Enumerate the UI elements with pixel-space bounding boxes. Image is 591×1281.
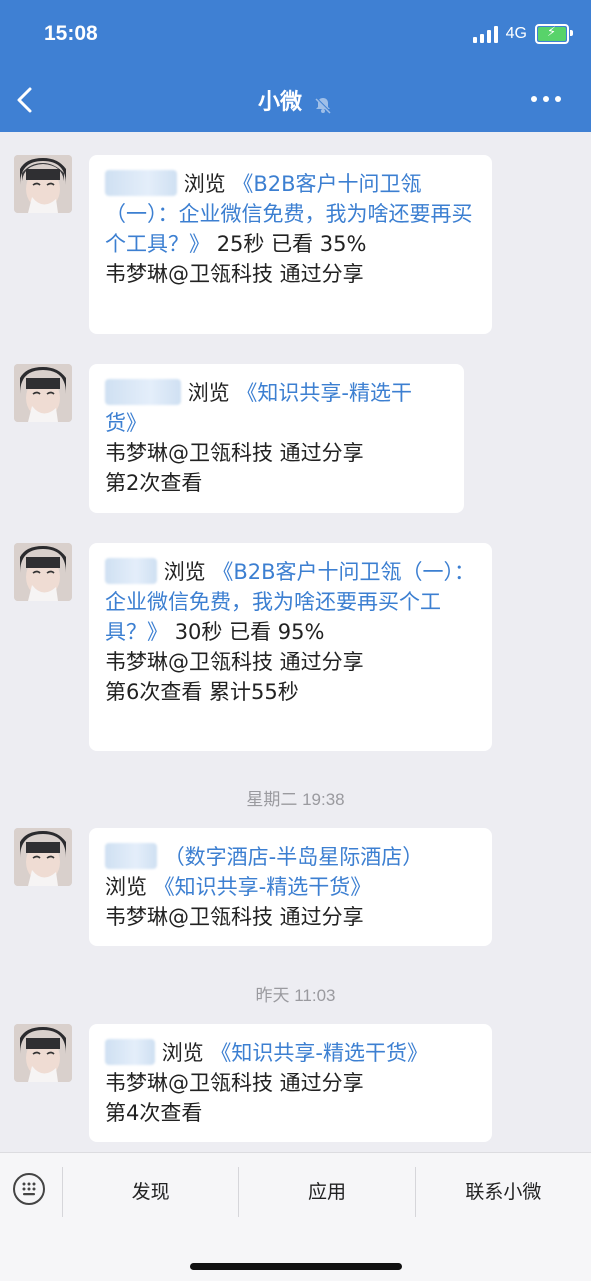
- message-bubble[interactable]: （数字酒店-半岛星际酒店） 浏览 《知识共享-精选干货》 韦梦琳@卫瓴科技 通过…: [89, 828, 492, 946]
- keyboard-icon[interactable]: [13, 1173, 45, 1205]
- avatar[interactable]: [14, 1024, 72, 1082]
- status-indicators: 4G ⚡: [472, 24, 573, 44]
- blurred-name: [105, 558, 157, 584]
- timestamp: 昨天 11:03: [255, 986, 336, 1005]
- article-link[interactable]: 《知识共享-精选干货》: [154, 875, 372, 899]
- share-source: 韦梦琳@卫瓴科技 通过分享: [105, 441, 364, 465]
- status-time: 15:08: [44, 22, 98, 45]
- avatar[interactable]: [14, 364, 72, 422]
- action-text: 浏览: [163, 560, 206, 584]
- battery-icon: ⚡: [535, 24, 573, 44]
- avatar[interactable]: [14, 543, 72, 601]
- tab-contact[interactable]: 联系小微: [414, 1167, 591, 1217]
- blurred-name: [105, 1039, 155, 1065]
- list-item: 浏览 《知识共享-精选干货》 韦梦琳@卫瓴科技 通过分享 第2次查看: [0, 364, 591, 514]
- share-source: 韦梦琳@卫瓴科技 通过分享: [105, 650, 364, 674]
- list-item: 浏览 《B2B客户十问卫瓴（一）：企业微信免费，我为啥还要再买个工具？》 30秒…: [0, 543, 591, 753]
- tab-apps[interactable]: 应用: [238, 1167, 414, 1217]
- share-source: 韦梦琳@卫瓴科技 通过分享: [105, 1071, 364, 1095]
- action-text: 浏览: [105, 875, 147, 899]
- home-indicator[interactable]: [190, 1263, 402, 1270]
- message-bubble[interactable]: 浏览 《知识共享-精选干货》 韦梦琳@卫瓴科技 通过分享 第2次查看: [89, 364, 464, 513]
- tab-discover[interactable]: 发现: [62, 1167, 238, 1217]
- more-icon[interactable]: [531, 96, 561, 102]
- view-stats: 30秒 已看 95%: [174, 620, 325, 644]
- share-source: 韦梦琳@卫瓴科技 通过分享: [105, 905, 364, 929]
- blurred-name: [105, 379, 181, 405]
- share-source: 韦梦琳@卫瓴科技 通过分享: [105, 262, 364, 286]
- view-count: 第2次查看: [105, 471, 203, 495]
- view-stats: 25秒 已看 35%: [216, 232, 367, 256]
- view-count: 第4次查看: [105, 1101, 203, 1125]
- message-bubble[interactable]: 浏览 《知识共享-精选干货》 韦梦琳@卫瓴科技 通过分享 第4次查看: [89, 1024, 492, 1142]
- avatar[interactable]: [14, 828, 72, 886]
- mute-icon: [315, 96, 331, 114]
- top-bar: 15:08 4G ⚡ 小微: [0, 0, 591, 132]
- network-type: 4G: [505, 25, 527, 42]
- article-link[interactable]: 《知识共享-精选干货》: [210, 1041, 428, 1065]
- bottom-bar: 发现 应用 联系小微: [0, 1152, 591, 1281]
- timestamp: 星期二 19:38: [246, 790, 345, 809]
- message-bubble[interactable]: 浏览 《B2B客户十问卫瓴（一）：企业微信免费，我为啥还要再买个工具？》 25秒…: [89, 155, 492, 334]
- action-text: 浏览: [161, 1041, 204, 1065]
- list-item: （数字酒店-半岛星际酒店） 浏览 《知识共享-精选干货》 韦梦琳@卫瓴科技 通过…: [0, 828, 591, 948]
- list-item: 浏览 《B2B客户十问卫瓴（一）：企业微信免费，我为啥还要再买个工具？》 25秒…: [0, 155, 591, 335]
- menu-tabs: 发现 应用 联系小微: [62, 1167, 591, 1217]
- blurred-name: [105, 170, 177, 196]
- blurred-name: [105, 843, 157, 869]
- org-name: （数字酒店-半岛星际酒店）: [163, 845, 424, 869]
- view-count: 第6次查看 累计55秒: [105, 680, 299, 704]
- action-text: 浏览: [183, 172, 226, 196]
- chat-title: 小微: [257, 90, 302, 115]
- signal-icon: [472, 25, 498, 43]
- action-text: 浏览: [187, 381, 230, 405]
- message-bubble[interactable]: 浏览 《B2B客户十问卫瓴（一）：企业微信免费，我为啥还要再买个工具？》 30秒…: [89, 543, 492, 751]
- list-item: 浏览 《知识共享-精选干货》 韦梦琳@卫瓴科技 通过分享 第4次查看: [0, 1024, 591, 1144]
- avatar[interactable]: [14, 155, 72, 213]
